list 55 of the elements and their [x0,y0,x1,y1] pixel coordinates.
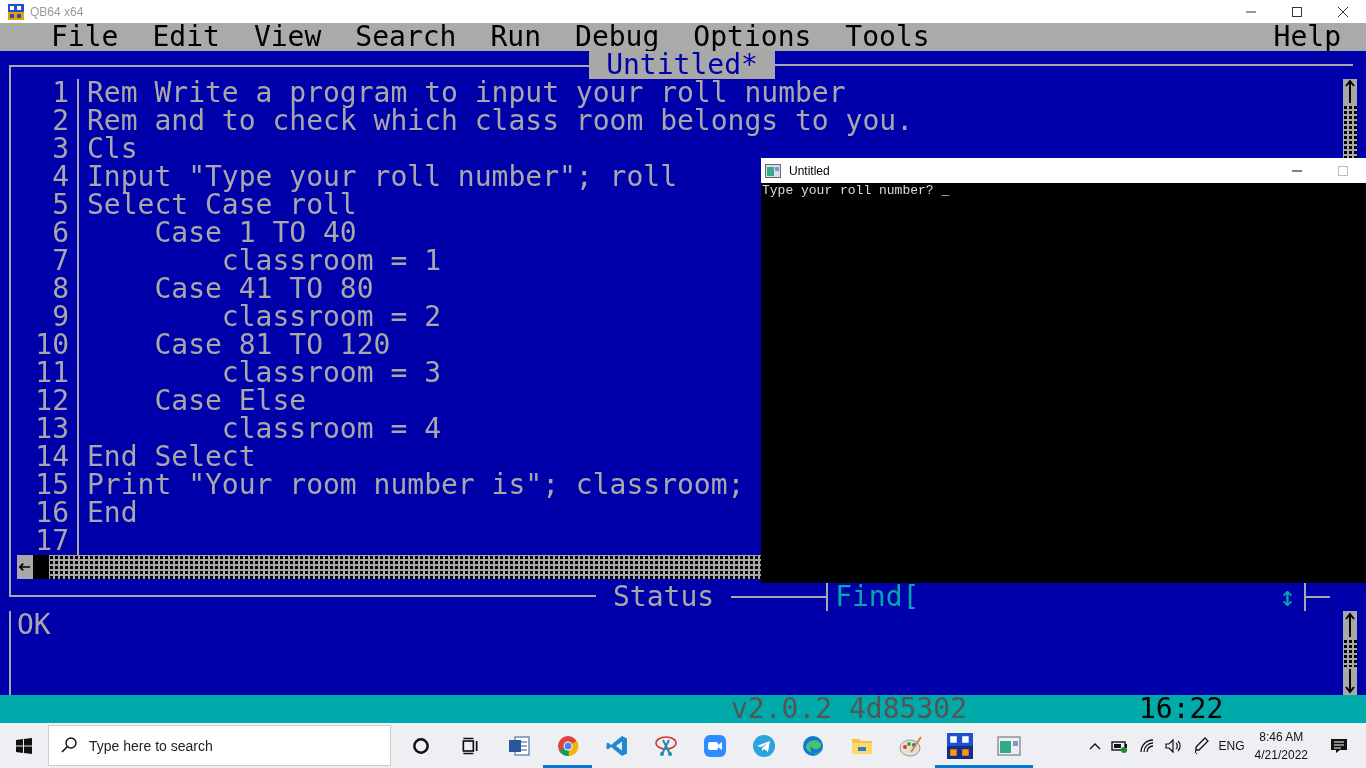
menu-item[interactable]: Tools [845,23,930,51]
battery-icon[interactable] [1110,738,1129,753]
find-label[interactable]: Find[ [835,583,920,611]
close-icon [1338,6,1348,17]
code-editor-icon [604,733,629,758]
app-icon [8,3,24,20]
search-field[interactable]: Type here to search [48,725,391,766]
wifi-icon[interactable] [1138,737,1155,754]
windows-logo-icon [16,737,32,754]
menu-item[interactable]: Help [1273,23,1341,51]
search-icon [61,737,77,753]
window-icon [996,733,1021,758]
up-arrow-icon[interactable] [1343,79,1357,105]
code-line: Rem Write a program to input your roll number [87,79,846,109]
status-title: Status [612,583,716,611]
up-arrow-icon[interactable] [1343,611,1357,639]
down-arrow-icon[interactable] [1343,667,1357,695]
status-scrollbar[interactable] [1343,611,1357,695]
app-icon [946,732,973,759]
menu-item[interactable]: Search [355,23,457,51]
menu-item[interactable]: Debug [575,23,660,51]
video-camera-icon [702,733,727,758]
horizontal-scrollbar[interactable] [17,555,761,579]
pen-icon[interactable] [1192,736,1209,755]
find-arrow[interactable]: ↕ [1279,583,1296,611]
speaker-icon[interactable] [1164,737,1183,754]
cursor-position: 16:22 [1139,695,1224,723]
browser-icon [800,733,825,758]
menu-item[interactable]: File [51,23,119,51]
editor-title: Untitled* [589,51,775,79]
menu-item[interactable]: Edit [152,23,220,51]
clock[interactable]: 8:46 AM 4/21/2022 [1254,727,1308,764]
menu-item[interactable]: Run [490,23,542,51]
document-icon [506,733,531,758]
status-message: OK [17,608,51,641]
menu-item[interactable]: View [253,23,322,51]
scroll-thumb[interactable] [33,555,49,579]
language-indicator[interactable]: ENG [1218,738,1245,753]
maximize-icon [1338,165,1348,176]
window-title: QB64 x64 [30,4,84,19]
notification-icon[interactable] [1330,736,1348,755]
circle-icon [410,735,431,756]
maximize-icon [1292,6,1302,17]
console-output: Type your roll number? _ [762,183,950,198]
console-title: Untitled [789,163,830,178]
chevron-up-icon[interactable] [1088,741,1101,750]
scissors-icon [653,733,678,758]
window-icon [765,163,781,178]
menu-item[interactable]: Options [693,23,812,51]
version-text: v2.0.2 4d85302 [731,695,967,723]
clock-time: 8:46 AM [1259,728,1304,746]
paper-plane-icon [751,733,776,758]
browser-icon [555,733,580,758]
vertical-scrollbar[interactable] [1343,79,1357,158]
clock-date: 4/21/2022 [1254,746,1308,764]
